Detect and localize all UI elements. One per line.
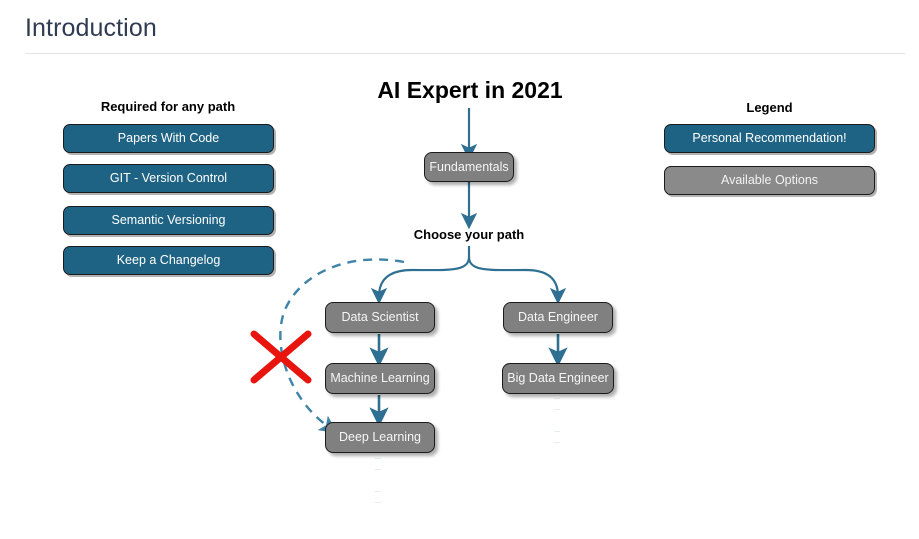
required-section-heading: Required for any path	[100, 99, 236, 114]
node-machine-learning[interactable]: Machine Learning	[325, 363, 435, 394]
node-fundamentals[interactable]: Fundamentals	[424, 152, 514, 182]
legend-item-available-options: Available Options	[664, 166, 875, 195]
diagram-subtitle-choose-your-path: Choose your path	[413, 227, 525, 242]
edge-choose-to-data-engineer	[467, 256, 567, 305]
node-data-scientist[interactable]: Data Scientist	[325, 302, 435, 333]
required-item-semantic-versioning[interactable]: Semantic Versioning	[63, 206, 274, 235]
diagram-title: AI Expert in 2021	[377, 77, 563, 103]
required-item-papers-with-code[interactable]: Papers With Code	[63, 124, 274, 153]
blocked-path-x-icon	[250, 330, 312, 384]
required-item-git-version-control[interactable]: GIT - Version Control	[63, 164, 274, 193]
page-title: Introduction	[25, 14, 157, 42]
legend-item-personal-recommendation: Personal Recommendation!	[664, 124, 875, 153]
required-item-keep-a-changelog[interactable]: Keep a Changelog	[63, 246, 274, 275]
header-divider	[25, 53, 905, 54]
edge-shortcut-to-deep-learning-dashed	[279, 258, 405, 434]
node-big-data-engineer[interactable]: Big Data Engineer	[502, 363, 614, 394]
legend-section-heading: Legend	[746, 100, 793, 115]
page-header: Introduction	[0, 0, 919, 56]
edge-choose-to-data-scientist	[370, 256, 471, 305]
node-data-engineer[interactable]: Data Engineer	[503, 302, 613, 333]
node-deep-learning[interactable]: Deep Learning	[325, 422, 435, 453]
